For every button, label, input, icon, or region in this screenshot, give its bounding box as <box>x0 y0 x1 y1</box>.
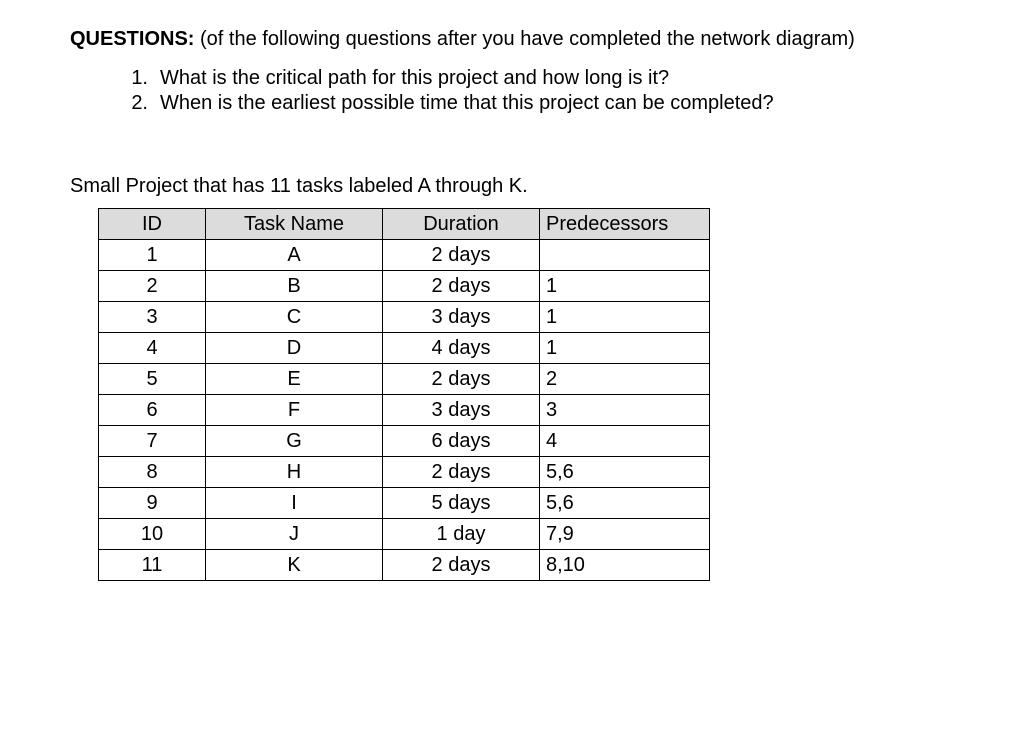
table-row: 4D4 days1 <box>99 333 710 364</box>
header-predecessors: Predecessors <box>540 209 710 240</box>
cell-predecessors: 1 <box>540 333 710 364</box>
cell-duration: 3 days <box>383 395 540 426</box>
question-item: 2. When is the earliest possible time tha… <box>120 92 954 115</box>
cell-task-name: K <box>206 550 383 581</box>
cell-duration: 2 days <box>383 457 540 488</box>
cell-id: 9 <box>99 488 206 519</box>
cell-task-name: I <box>206 488 383 519</box>
questions-heading-label: QUESTIONS: <box>70 28 194 50</box>
questions-heading: QUESTIONS: (of the following questions a… <box>70 28 954 51</box>
cell-predecessors: 2 <box>540 364 710 395</box>
header-task-name: Task Name <box>206 209 383 240</box>
cell-id: 6 <box>99 395 206 426</box>
table-row: 11K2 days8,10 <box>99 550 710 581</box>
cell-duration: 5 days <box>383 488 540 519</box>
table-row: 5E2 days2 <box>99 364 710 395</box>
cell-predecessors: 4 <box>540 426 710 457</box>
table-row: 1A2 days <box>99 240 710 271</box>
cell-task-name: G <box>206 426 383 457</box>
cell-id: 2 <box>99 271 206 302</box>
cell-predecessors <box>540 240 710 271</box>
cell-id: 11 <box>99 550 206 581</box>
questions-list: 1. What is the critical path for this pro… <box>120 67 954 115</box>
table-row: 7G6 days4 <box>99 426 710 457</box>
cell-task-name: A <box>206 240 383 271</box>
table-row: 10J1 day7,9 <box>99 519 710 550</box>
cell-duration: 2 days <box>383 271 540 302</box>
cell-predecessors: 1 <box>540 302 710 333</box>
table-row: 6F3 days3 <box>99 395 710 426</box>
questions-heading-rest: (of the following questions after you ha… <box>194 28 854 50</box>
table-row: 3C3 days1 <box>99 302 710 333</box>
cell-id: 5 <box>99 364 206 395</box>
cell-predecessors: 1 <box>540 271 710 302</box>
cell-task-name: J <box>206 519 383 550</box>
question-item: 1. What is the critical path for this pro… <box>120 67 954 90</box>
cell-predecessors: 8,10 <box>540 550 710 581</box>
project-subheading: Small Project that has 11 tasks labeled … <box>70 175 954 198</box>
cell-id: 1 <box>99 240 206 271</box>
cell-task-name: H <box>206 457 383 488</box>
cell-duration: 6 days <box>383 426 540 457</box>
cell-duration: 2 days <box>383 240 540 271</box>
cell-duration: 2 days <box>383 364 540 395</box>
cell-task-name: C <box>206 302 383 333</box>
header-id: ID <box>99 209 206 240</box>
table-row: 2B2 days1 <box>99 271 710 302</box>
cell-task-name: D <box>206 333 383 364</box>
cell-predecessors: 7,9 <box>540 519 710 550</box>
table-header-row: ID Task Name Duration Predecessors <box>99 209 710 240</box>
cell-predecessors: 3 <box>540 395 710 426</box>
cell-duration: 2 days <box>383 550 540 581</box>
cell-duration: 3 days <box>383 302 540 333</box>
cell-duration: 1 day <box>383 519 540 550</box>
cell-id: 4 <box>99 333 206 364</box>
question-number: 1. <box>120 67 148 90</box>
cell-task-name: E <box>206 364 383 395</box>
header-duration: Duration <box>383 209 540 240</box>
table-body: 1A2 days2B2 days13C3 days14D4 days15E2 d… <box>99 240 710 581</box>
cell-task-name: B <box>206 271 383 302</box>
cell-duration: 4 days <box>383 333 540 364</box>
cell-predecessors: 5,6 <box>540 488 710 519</box>
cell-id: 8 <box>99 457 206 488</box>
cell-task-name: F <box>206 395 383 426</box>
task-table: ID Task Name Duration Predecessors 1A2 d… <box>98 208 710 581</box>
question-text: What is the critical path for this proje… <box>160 67 669 90</box>
cell-predecessors: 5,6 <box>540 457 710 488</box>
table-row: 8H2 days5,6 <box>99 457 710 488</box>
question-number: 2. <box>120 92 148 115</box>
cell-id: 10 <box>99 519 206 550</box>
question-text: When is the earliest possible time that … <box>160 92 774 115</box>
cell-id: 3 <box>99 302 206 333</box>
cell-id: 7 <box>99 426 206 457</box>
table-row: 9I5 days5,6 <box>99 488 710 519</box>
